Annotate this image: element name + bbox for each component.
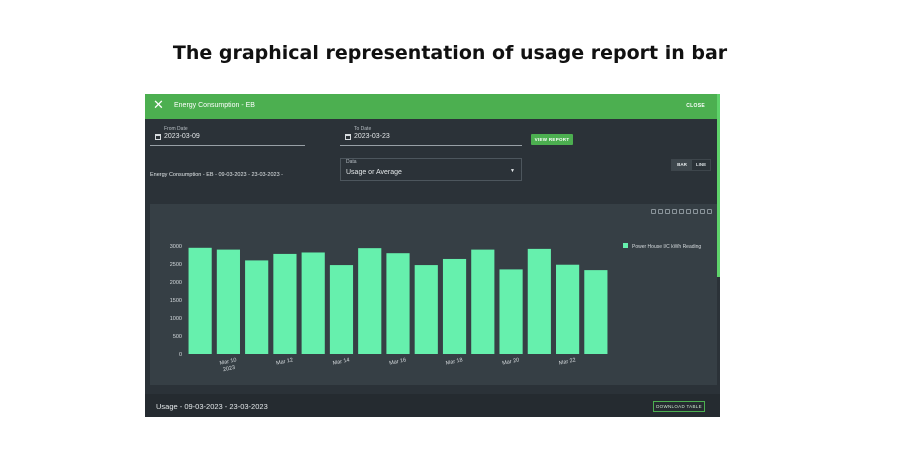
bar-chart: 050010001500200025003000Mar 102023Mar 12… [170, 243, 701, 373]
to-date-field[interactable]: To Date 2023-03-23 [340, 126, 522, 146]
bar [273, 253, 297, 354]
bar [499, 269, 523, 354]
bar [386, 253, 410, 354]
to-date-underline [340, 145, 522, 146]
x-tick-label: Mar 12 [276, 357, 294, 366]
calendar-icon [345, 134, 351, 140]
camera-icon[interactable] [651, 209, 656, 214]
y-tick-label: 2500 [170, 262, 182, 268]
legend-label: Power House I/C kWh Reading [632, 244, 701, 250]
x-tick-label: Mar 16 [389, 357, 407, 366]
data-select[interactable]: Data Usage or Average ▼ [340, 158, 522, 181]
view-report-button[interactable]: VIEW REPORT [531, 134, 573, 145]
dialog-title: Energy Consumption - EB [174, 102, 255, 109]
legend-swatch [623, 243, 628, 248]
chart-toolbar [651, 209, 712, 217]
from-date-value[interactable]: 2023-03-09 [164, 133, 200, 140]
x-tick-label: Mar 22 [558, 357, 576, 366]
close-button[interactable]: CLOSE [686, 103, 705, 109]
zoom-out-icon[interactable] [693, 209, 698, 214]
bar [471, 249, 495, 354]
x-tick-label: Mar 20 [502, 357, 520, 366]
from-date-label: From Date [164, 126, 188, 132]
usage-table-header: Usage - 09-03-2023 - 23-03-2023 DOWNLOAD… [145, 394, 720, 417]
x-tick-label: Mar 14 [332, 357, 350, 366]
energy-report-dialog: ✕ Energy Consumption - EB CLOSE From Dat… [145, 94, 720, 417]
bar [358, 248, 382, 354]
lasso-icon[interactable] [679, 209, 684, 214]
chevron-down-icon: ▼ [510, 168, 515, 174]
dialog-header: ✕ Energy Consumption - EB CLOSE [145, 94, 720, 119]
y-tick-label: 3000 [170, 244, 182, 250]
bar [527, 248, 551, 354]
autoscale-icon[interactable] [700, 209, 705, 214]
pan-icon[interactable] [665, 209, 670, 214]
page-caption: The graphical representation of usage re… [172, 42, 728, 64]
zoom-in-icon[interactable] [686, 209, 691, 214]
y-tick-label: 2000 [170, 280, 182, 286]
chart-title: Energy Consumption - EB - 09-03-2023 - 2… [150, 172, 283, 178]
download-table-button[interactable]: DOWNLOAD TABLE [653, 401, 705, 412]
toggle-bar-button[interactable]: BAR [672, 160, 692, 170]
chart-type-toggle: BAR LINE [671, 159, 711, 171]
reset-axes-icon[interactable] [707, 209, 712, 214]
bar [414, 265, 438, 354]
select-icon[interactable] [672, 209, 677, 214]
bar [188, 247, 212, 354]
data-select-value: Usage or Average [346, 169, 402, 176]
zoom-icon[interactable] [658, 209, 663, 214]
x-tick-label: Mar 18 [445, 357, 463, 366]
to-date-label: To Date [354, 126, 372, 132]
y-tick-label: 1500 [170, 298, 182, 304]
to-date-value[interactable]: 2023-03-23 [354, 133, 390, 140]
bar [245, 260, 269, 354]
bar [584, 270, 608, 354]
scrollbar[interactable] [717, 94, 720, 277]
bar [216, 249, 240, 354]
from-date-field[interactable]: From Date 2023-03-09 [150, 126, 305, 146]
bar [556, 264, 580, 354]
chart-panel: 0 500 1000 1500 2000 2500 3000 Mar 10 2023 Mar 12… [150, 204, 717, 385]
close-icon[interactable]: ✕ [153, 99, 165, 112]
from-date-underline [150, 145, 305, 146]
toggle-line-button[interactable]: LINE [692, 160, 710, 170]
bar [301, 252, 325, 354]
x-tick-sublabel: 2023 [223, 365, 236, 373]
usage-label: Usage - 09-03-2023 - 23-03-2023 [156, 402, 268, 411]
data-select-label: Data [346, 159, 357, 165]
y-tick-label: 1000 [170, 316, 182, 322]
bar [329, 265, 354, 354]
calendar-icon [155, 134, 161, 140]
y-tick-label: 500 [173, 334, 182, 340]
bar [442, 258, 467, 354]
y-tick-label: 0 [179, 352, 182, 358]
